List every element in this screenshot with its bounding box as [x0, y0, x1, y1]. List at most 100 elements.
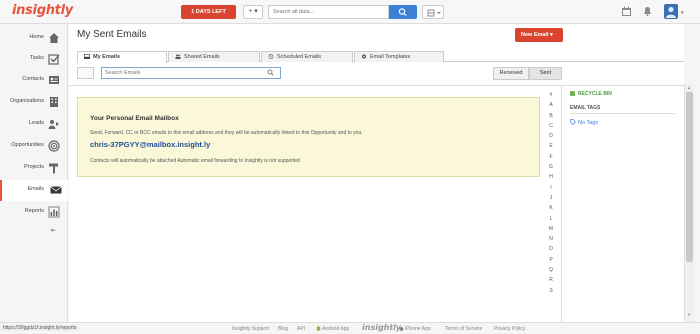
recycle-bin-link[interactable]: RECYCLE BIN	[570, 91, 612, 97]
footer-link-android-app[interactable]: Android App	[316, 326, 349, 332]
search-emails-input[interactable]	[101, 67, 281, 79]
alphabet-index-letter[interactable]: F	[545, 154, 557, 164]
sidebar-item-label: Emails	[27, 186, 44, 192]
tab-label: My Emails	[93, 54, 120, 60]
alphabet-index-letter[interactable]: L	[545, 216, 557, 226]
app-logo[interactable]: insightly	[12, 3, 73, 18]
sidebar-item-tasks[interactable]: Tasks	[0, 49, 68, 70]
search-icon	[398, 8, 407, 16]
sidebar-item-leads[interactable]: Leads	[0, 114, 68, 135]
alphabet-index-letter[interactable]: N	[545, 236, 557, 246]
global-search-button[interactable]	[389, 5, 417, 19]
main-content: My Sent Emails New Email ▾ My Emails Sha…	[69, 24, 684, 322]
footer-link-api[interactable]: API	[297, 326, 305, 332]
building-icon	[50, 97, 58, 107]
sidebar-item-home[interactable]: Home	[0, 28, 68, 49]
user-silhouette-icon	[666, 6, 676, 18]
alphabet-index-letter[interactable]: O	[545, 246, 557, 256]
tab-shared-emails[interactable]: Shared Emails	[168, 51, 260, 62]
alphabet-index-letter[interactable]: Q	[545, 267, 557, 277]
alphabet-index-letter[interactable]: B	[545, 113, 557, 123]
alphabet-index-letter[interactable]: C	[545, 123, 557, 133]
tab-my-emails[interactable]: My Emails	[77, 51, 167, 63]
scroll-down-arrow[interactable]: ▼	[687, 312, 691, 317]
collapse-sidebar-button[interactable]: ⇤	[51, 227, 56, 234]
page-title: My Sent Emails	[77, 29, 147, 40]
sidebar-item-organizations[interactable]: Organizations	[0, 92, 68, 113]
envelope-icon	[50, 186, 62, 194]
tab-email-templates[interactable]: Email Templates	[354, 51, 444, 62]
footer-link-support[interactable]: Insightly Support	[232, 326, 269, 332]
chevron-down-icon[interactable]: ▾	[681, 10, 684, 16]
alphabet-index-letter[interactable]: H	[545, 174, 557, 184]
sidebar-item-label: Contacts	[22, 76, 44, 82]
footer-logo: insightly	[362, 323, 402, 332]
sidebar-item-projects[interactable]: Projects	[0, 158, 68, 179]
global-search-input[interactable]	[268, 5, 389, 19]
leads-icon	[48, 120, 59, 129]
received-toggle-button[interactable]: Received	[493, 67, 529, 80]
alphabet-index-letter[interactable]: #	[545, 92, 557, 102]
sidebar-item-label: Reports	[24, 208, 44, 214]
alphabet-index-letter[interactable]: P	[545, 257, 557, 267]
alphabet-index: # A B C D E F G H I J K L M N O P Q R S	[545, 92, 557, 298]
status-bar-url: https://30ggdz1f.insight.ly/reports	[0, 325, 80, 331]
footer-link-iphone-app[interactable]: iPhone App	[399, 326, 431, 332]
alphabet-index-letter[interactable]: I	[545, 185, 557, 195]
alphabet-index-letter[interactable]: K	[545, 205, 557, 215]
no-tags-link[interactable]: No Tags	[570, 119, 598, 126]
alphabet-index-letter[interactable]: R	[545, 277, 557, 287]
recycle-bin-icon	[570, 91, 575, 96]
footer-link-privacy[interactable]: Privacy Policy	[494, 326, 525, 332]
search-icon[interactable]	[267, 69, 274, 76]
sidebar-item-label: Organizations	[10, 98, 44, 104]
avatar[interactable]	[664, 4, 678, 19]
sidebar-item-label: Opportunities	[11, 142, 44, 148]
bar-chart-icon	[48, 206, 60, 218]
hammer-icon	[49, 163, 58, 174]
alphabet-index-letter[interactable]: J	[545, 195, 557, 205]
mailbox-description: Send, Forward, CC or BCC emails to this …	[90, 130, 363, 136]
no-tags-label: No Tags	[578, 120, 599, 126]
calendar-icon[interactable]	[621, 6, 632, 17]
right-panel: RECYCLE BIN EMAIL TAGS No Tags	[561, 86, 679, 322]
footer-link-blog[interactable]: Blog	[278, 326, 288, 332]
apps-menu-button[interactable]	[422, 5, 444, 19]
scrollbar-thumb[interactable]	[686, 92, 693, 262]
quick-add-button[interactable]: + ▾	[243, 5, 263, 19]
mailbox-note: Contacts will automatically be attached …	[90, 158, 300, 164]
users-icon	[175, 54, 181, 59]
tab-label: Shared Emails	[184, 54, 220, 60]
footer-link-terms[interactable]: Terms of Service	[445, 326, 482, 332]
alphabet-index-letter[interactable]: G	[545, 164, 557, 174]
divider	[570, 113, 675, 114]
footer-link-label: iPhone App	[405, 326, 431, 332]
bell-icon[interactable]	[642, 6, 653, 17]
new-email-button[interactable]: New Email ▾	[515, 28, 563, 42]
tab-label: Scheduled Emails	[277, 54, 322, 60]
alphabet-index-letter[interactable]: E	[545, 143, 557, 153]
page-scrollbar[interactable]: ▲ ▼	[684, 84, 694, 322]
sent-toggle-button[interactable]: Sent	[529, 67, 562, 80]
clock-icon	[268, 54, 274, 59]
mailbox-address[interactable]: chris-37PGYY@mailbox.insight.ly	[90, 140, 527, 149]
days-left-button[interactable]: 1 DAYS LEFT	[181, 5, 236, 19]
recycle-bin-label: RECYCLE BIN	[578, 91, 612, 97]
alphabet-index-letter[interactable]: D	[545, 133, 557, 143]
sidebar-item-emails[interactable]: Emails	[0, 180, 68, 201]
grid-icon	[427, 9, 441, 17]
select-all-checkbox[interactable]	[77, 67, 94, 79]
sidebar-item-label: Projects	[24, 164, 44, 170]
sidebar-item-label: Tasks	[29, 55, 44, 61]
house-icon	[49, 33, 59, 43]
sidebar-item-reports[interactable]: Reports	[0, 202, 68, 223]
sidebar-item-opportunities[interactable]: Opportunities	[0, 136, 68, 157]
alphabet-index-letter[interactable]: A	[545, 102, 557, 112]
tab-scheduled-emails[interactable]: Scheduled Emails	[261, 51, 353, 62]
footer: https://30ggdz1f.insight.ly/reports Insi…	[0, 322, 700, 334]
sidebar-item-contacts[interactable]: Contacts	[0, 70, 68, 91]
alphabet-index-letter[interactable]: S	[545, 288, 557, 298]
target-icon	[48, 140, 60, 152]
alphabet-index-letter[interactable]: M	[545, 226, 557, 236]
scroll-up-arrow[interactable]: ▲	[687, 85, 691, 90]
